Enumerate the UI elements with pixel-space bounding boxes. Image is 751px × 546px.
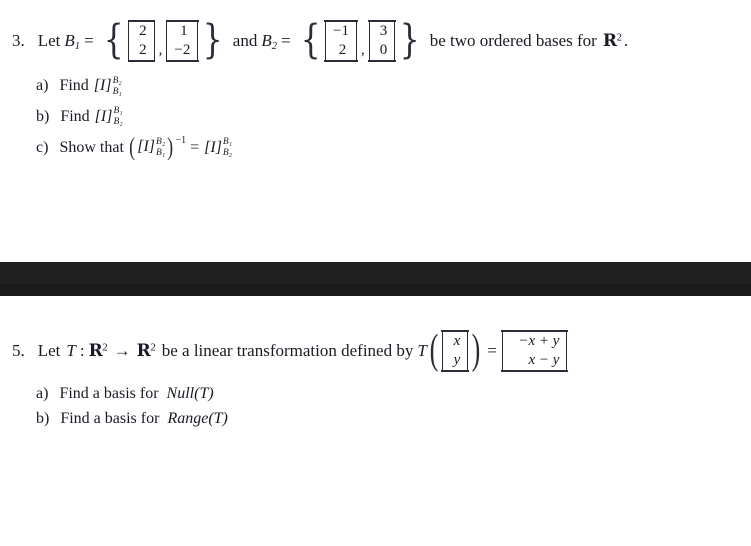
applied-transformation-symbol: T [417, 341, 427, 361]
part-c-label: c) [36, 138, 49, 156]
inverse-expression: ( [I] B₂ B₁ ) −1 [128, 133, 187, 161]
lower-index-c-lhs: B₁ [156, 147, 166, 158]
problem-3-part-a: a) Find [I] B₂ B₁ [36, 76, 751, 98]
basis-1-symbol: B1 [64, 31, 81, 53]
problem-3-period: . [623, 31, 629, 51]
problem-3-block: 3. Let B1 = { 2 2 , 1 −2 } and B2 = { −1… [0, 20, 751, 168]
identity-bracket-c-lhs: [I] [137, 138, 156, 156]
upper-index-a: B₂ [112, 75, 122, 86]
change-of-basis-matrix-a: [I] B₂ B₁ [94, 76, 122, 98]
part-c-relation: = [190, 138, 200, 156]
part-a-text: Find [59, 77, 89, 95]
field-symbol-r2: R2 [602, 30, 622, 51]
output-vector: −x + y x − y [501, 330, 568, 372]
identity-bracket-a: [I] [93, 77, 112, 95]
basis-1-comma: , [158, 41, 163, 58]
basis-2-comma: , [361, 41, 365, 58]
separator-band-upper [0, 262, 751, 284]
problem-5-lead-text: Let [37, 341, 61, 361]
part-a-label: a) [36, 384, 49, 402]
part-a-label: a) [36, 77, 49, 95]
basis-2-symbol: B2 [261, 31, 277, 53]
part-b-label: b) [36, 107, 50, 125]
index-pair-b: B₁ B₂ [113, 106, 122, 128]
problem-5-statement: 5. Let T : R2 → R2 be a linear transform… [0, 327, 751, 374]
paren-close-icon: ) [471, 327, 481, 374]
problem-5-block: 5. Let T : R2 → R2 be a linear transform… [0, 327, 751, 436]
basis-1-equals: = [84, 31, 94, 51]
identity-bracket-b: [I] [94, 107, 113, 125]
separator-band [0, 262, 751, 296]
lower-index-a: B₁ [112, 86, 122, 97]
basis-1-vector-1: 2 2 [127, 20, 155, 62]
brace-close-icon: } [400, 17, 420, 64]
upper-index-b: B₁ [113, 106, 123, 117]
problem-5-middle-text: be a linear transformation defined by [161, 341, 414, 361]
paren-open-icon: ( [429, 327, 439, 374]
basis-2-vector-2: 3 0 [368, 20, 396, 62]
paren-close-icon: ) [167, 133, 174, 161]
basis-2-equals: = [280, 31, 291, 51]
problem-3-lead-text: Let [37, 31, 61, 51]
upper-index-c-rhs: B₁ [222, 136, 233, 147]
basis-2-set: { −1 2 , 3 0 } [297, 20, 424, 62]
separator-band-lower [0, 284, 751, 296]
part-b-label: b) [36, 409, 50, 427]
part-c-text: Show that [59, 138, 124, 156]
upper-index-c-lhs: B₂ [156, 136, 166, 147]
input-vector: x y [441, 330, 469, 372]
problem-3-statement: 3. Let B1 = { 2 2 , 1 −2 } and B2 = { −1… [0, 20, 751, 62]
brace-open-icon: { [300, 17, 321, 64]
brace-open-icon: { [103, 17, 124, 64]
identity-bracket-c-rhs: [I] [204, 138, 222, 156]
problem-3-parts: a) Find [I] B₂ B₁ b) Find [I] B₁ B₂ c) S… [0, 76, 751, 161]
problem-3-part-b: b) Find [I] B₁ B₂ [36, 106, 751, 128]
range-expression: Range(T) [167, 409, 228, 427]
domain-symbol-r2: R2 [88, 340, 108, 361]
codomain-symbol-r2: R2 [136, 340, 156, 361]
basis-1-set: { 2 2 , 1 −2 } [100, 20, 227, 62]
transformation-colon: : [79, 341, 85, 361]
part-a-text: Find a basis for [59, 384, 159, 402]
lower-index-c-rhs: B₂ [222, 148, 233, 159]
part-b-text: Find a basis for [60, 409, 160, 427]
basis-1-vector-2: 1 −2 [165, 20, 199, 62]
problem-5-part-b: b) Find a basis for Range(T) [36, 409, 751, 427]
problem-3-tail-text: be two ordered bases for [429, 31, 597, 51]
problem-3-number: 3. [12, 31, 25, 51]
problem-5-part-a: a) Find a basis for Null(T) [36, 384, 751, 402]
change-of-basis-matrix-b: [I] B₁ B₂ [95, 106, 123, 128]
maps-to-arrow-icon: → [113, 341, 131, 361]
basis-2-vector-1: −1 2 [324, 20, 358, 62]
brace-close-icon: } [203, 17, 223, 64]
conjunction-text: and [232, 31, 258, 51]
null-space-expression: Null(T) [166, 384, 214, 402]
index-pair-c-rhs: B₁ B₂ [223, 137, 232, 159]
change-of-basis-matrix-c-rhs: [I] B₁ B₂ [204, 137, 232, 159]
index-pair-c-lhs: B₂ B₁ [156, 137, 165, 159]
inverse-exponent: −1 [175, 134, 187, 146]
index-pair-a: B₂ B₁ [113, 76, 122, 98]
lower-index-b: B₂ [113, 117, 123, 128]
problem-3-part-c: c) Show that ( [I] B₂ B₁ ) −1 = [I] B₁ B… [36, 133, 751, 161]
transformation-equals: = [487, 341, 497, 361]
paren-open-icon: ( [129, 133, 136, 161]
transformation-symbol: T [66, 341, 76, 361]
change-of-basis-matrix-c-lhs: [I] B₂ B₁ [137, 137, 165, 159]
problem-5-number: 5. [12, 341, 25, 361]
part-b-text: Find [60, 107, 90, 125]
problem-5-parts: a) Find a basis for Null(T) b) Find a ba… [0, 384, 751, 427]
